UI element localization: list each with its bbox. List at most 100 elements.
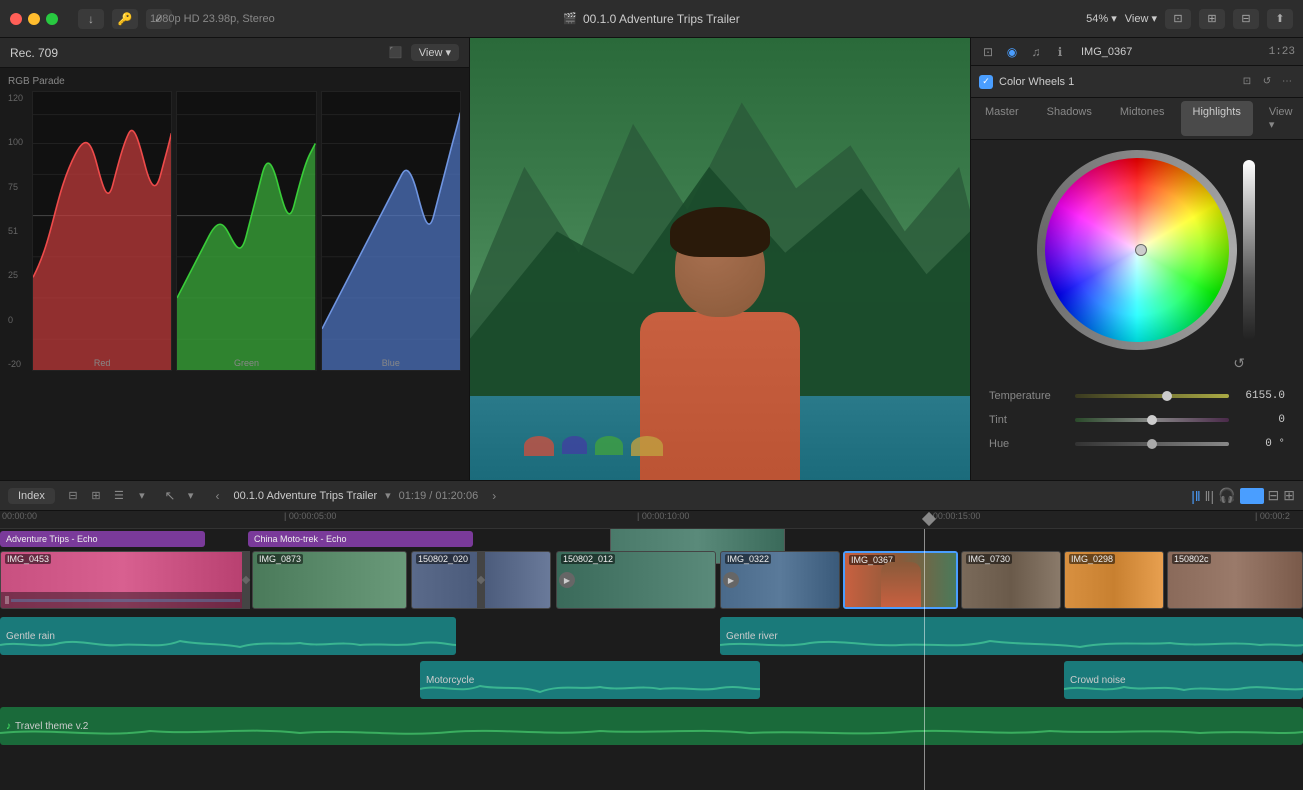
transition-1 <box>242 551 250 609</box>
titlebar: ↓ 🔑 ✓ 🎬 00.1.0 Adventure Trips Trailer 1… <box>0 0 1303 38</box>
view-menu[interactable]: View ▾ <box>1125 12 1157 25</box>
color-wheels-checkbox[interactable]: ✓ <box>979 75 993 89</box>
red-label: Red <box>94 358 111 368</box>
clip-name-display: IMG_0367 <box>1081 46 1132 58</box>
crop-icon[interactable]: ⊡ <box>1239 74 1255 90</box>
temperature-thumb[interactable] <box>1162 391 1172 401</box>
tab-view[interactable]: View ▾ <box>1257 101 1303 136</box>
tab-shadows[interactable]: Shadows <box>1035 101 1104 136</box>
brightness-slider[interactable] <box>1243 160 1255 340</box>
audio-track-travel-theme[interactable]: ♪ Travel theme v.2 <box>0 707 1303 745</box>
hue-slider[interactable] <box>1075 442 1229 446</box>
tc-10: | 00:00:10:00 <box>637 511 689 521</box>
hue-thumb[interactable] <box>1147 439 1157 449</box>
clip-info-bar: ⊡ ◉ ♫ ℹ IMG_0367 1:23 <box>971 38 1303 66</box>
tint-thumb[interactable] <box>1147 415 1157 425</box>
clip-0322-label: IMG_0322 <box>725 554 771 564</box>
split-view-icon[interactable]: ⊟ <box>1268 487 1280 504</box>
clip-0298-label: IMG_0298 <box>1069 554 1115 564</box>
y-axis: 120 100 75 51 25 0 -20 <box>8 91 28 371</box>
temperature-label: Temperature <box>989 390 1069 402</box>
clip-view-icon[interactable]: ⊟ <box>63 486 83 506</box>
person-head <box>675 217 765 317</box>
audio-track-motorcycle[interactable]: Motorcycle <box>420 661 760 699</box>
more-icon[interactable]: ⋯ <box>1279 74 1295 90</box>
tab-master[interactable]: Master <box>973 101 1031 136</box>
nav-left-icon[interactable]: ‹ <box>209 488 225 504</box>
scope-view-button[interactable]: View ▾ <box>411 44 459 61</box>
tracks-area: Adventure Trips - Echo China Moto-trek -… <box>0 529 1303 790</box>
wheel-reset-icon[interactable]: ↺ <box>1233 355 1245 372</box>
tint-row: Tint 0 <box>989 408 1285 432</box>
view-dropdown-icon[interactable]: ▾ <box>132 486 152 506</box>
tab-highlights[interactable]: Highlights <box>1181 101 1253 136</box>
inspector-icons: ⊡ ◉ ♫ ℹ <box>979 43 1069 61</box>
video-inspector-icon[interactable]: ⊡ <box>979 43 997 61</box>
timeline-duration: 01:19 / 01:20:06 <box>399 490 479 502</box>
video-clip-0453[interactable]: IMG_0453 <box>0 551 245 609</box>
green-channel: Green <box>176 91 316 371</box>
color-wheel-wrapper[interactable]: ↺ <box>1037 150 1237 350</box>
audio-inspector-icon[interactable]: ♫ <box>1027 43 1045 61</box>
wheels-actions: ⊡ ↺ ⋯ <box>1239 74 1295 90</box>
timeline-section: Index ⊟ ⊞ ☰ ▾ ↖ ▾ ‹ 00.1.0 Adventure Tri… <box>0 480 1303 790</box>
grid-view-icon[interactable]: ⊞ <box>86 486 106 506</box>
zoom-level[interactable]: 54% ▾ <box>1086 12 1117 25</box>
reset-icon[interactable]: ↺ <box>1259 74 1275 90</box>
tc-0: 00:00:00 <box>2 511 37 521</box>
tc-20: | 00:00:2 <box>1255 511 1290 521</box>
headphones-icon[interactable]: 🎧 <box>1218 487 1235 504</box>
audio-track-gentle-rain[interactable]: Gentle rain <box>0 617 456 655</box>
zoom-icon[interactable]: ⊞ <box>1283 487 1295 504</box>
project-name-display: 00.1.0 Adventure Trips Trailer <box>233 490 377 502</box>
layout-icon[interactable]: ⊡ <box>1165 9 1191 29</box>
video-clip-150802-020[interactable]: 150802_020 <box>411 551 551 609</box>
video-clip-0367-selected[interactable]: IMG_0367 <box>843 551 958 609</box>
clip-highlight-btn[interactable] <box>1240 488 1264 504</box>
titlebar-right-controls: 54% ▾ View ▾ ⊡ ⊞ ⊟ ⬆ <box>1086 9 1293 29</box>
tc-15: | 00:00:15:00 <box>928 511 980 521</box>
blue-label: Blue <box>382 358 400 368</box>
video-icon: 🎬 <box>563 12 577 25</box>
wheel-tabs: Master Shadows Midtones Highlights View … <box>971 98 1303 140</box>
video-clip-150802-012[interactable]: 150802_012 ▶ <box>556 551 716 609</box>
info-icon[interactable]: ℹ <box>1051 43 1069 61</box>
video-clip-0322[interactable]: IMG_0322 ▶ <box>720 551 840 609</box>
share-icon[interactable]: ⬆ <box>1267 9 1293 29</box>
nav-right-icon[interactable]: › <box>486 488 502 504</box>
video-clip-150802c[interactable]: 150802c <box>1167 551 1303 609</box>
green-label: Green <box>234 358 259 368</box>
temperature-row: Temperature 6155.0 <box>989 384 1285 408</box>
tab-midtones[interactable]: Midtones <box>1108 101 1177 136</box>
tc-5: | 00:00:05:00 <box>284 511 336 521</box>
audio-meter-2-icon[interactable]: ‖| <box>1205 488 1214 504</box>
tint-slider[interactable] <box>1075 418 1229 422</box>
audio-track-gentle-river[interactable]: Gentle river <box>720 617 1303 655</box>
temperature-slider[interactable] <box>1075 394 1229 398</box>
color-wheels-title: Color Wheels 1 <box>999 76 1233 88</box>
scope-export-icon[interactable]: ⬛ <box>387 44 405 62</box>
red-channel: Red <box>32 91 172 371</box>
project-title: 00.1.0 Adventure Trips Trailer <box>583 12 740 26</box>
index-button[interactable]: Index <box>8 488 55 504</box>
timeline-view-icons: ⊟ ⊞ ☰ ▾ <box>63 486 152 506</box>
timeline-toolbar: Index ⊟ ⊞ ☰ ▾ ↖ ▾ ‹ 00.1.0 Adventure Tri… <box>0 481 1303 511</box>
video-clip-0730[interactable]: IMG_0730 <box>961 551 1061 609</box>
hue-value: 0 ° <box>1235 438 1285 450</box>
list-view-icon[interactable]: ☰ <box>109 486 129 506</box>
wheel-control-dot[interactable] <box>1135 244 1147 256</box>
project-dropdown[interactable]: ▾ <box>385 489 391 502</box>
audio-meter-icon[interactable]: |‖ <box>1191 488 1200 504</box>
caption-icon[interactable]: ⊟ <box>1233 9 1259 29</box>
tint-label: Tint <box>989 414 1069 426</box>
temperature-value: 6155.0 <box>1235 390 1285 402</box>
audio-track-crowd-noise[interactable]: Crowd noise <box>1064 661 1303 699</box>
cursor-dropdown[interactable]: ▾ <box>188 489 194 502</box>
audio-track-echo-1: Adventure Trips - Echo <box>0 531 205 547</box>
play-marker-2: ▶ <box>723 572 739 588</box>
color-inspector-icon[interactable]: ◉ <box>1003 43 1021 61</box>
video-clip-0873[interactable]: IMG_0873 <box>252 551 407 609</box>
video-clip-0298[interactable]: IMG_0298 <box>1064 551 1164 609</box>
grid-icon[interactable]: ⊞ <box>1199 9 1225 29</box>
cursor-icon[interactable]: ↖ <box>160 486 180 506</box>
